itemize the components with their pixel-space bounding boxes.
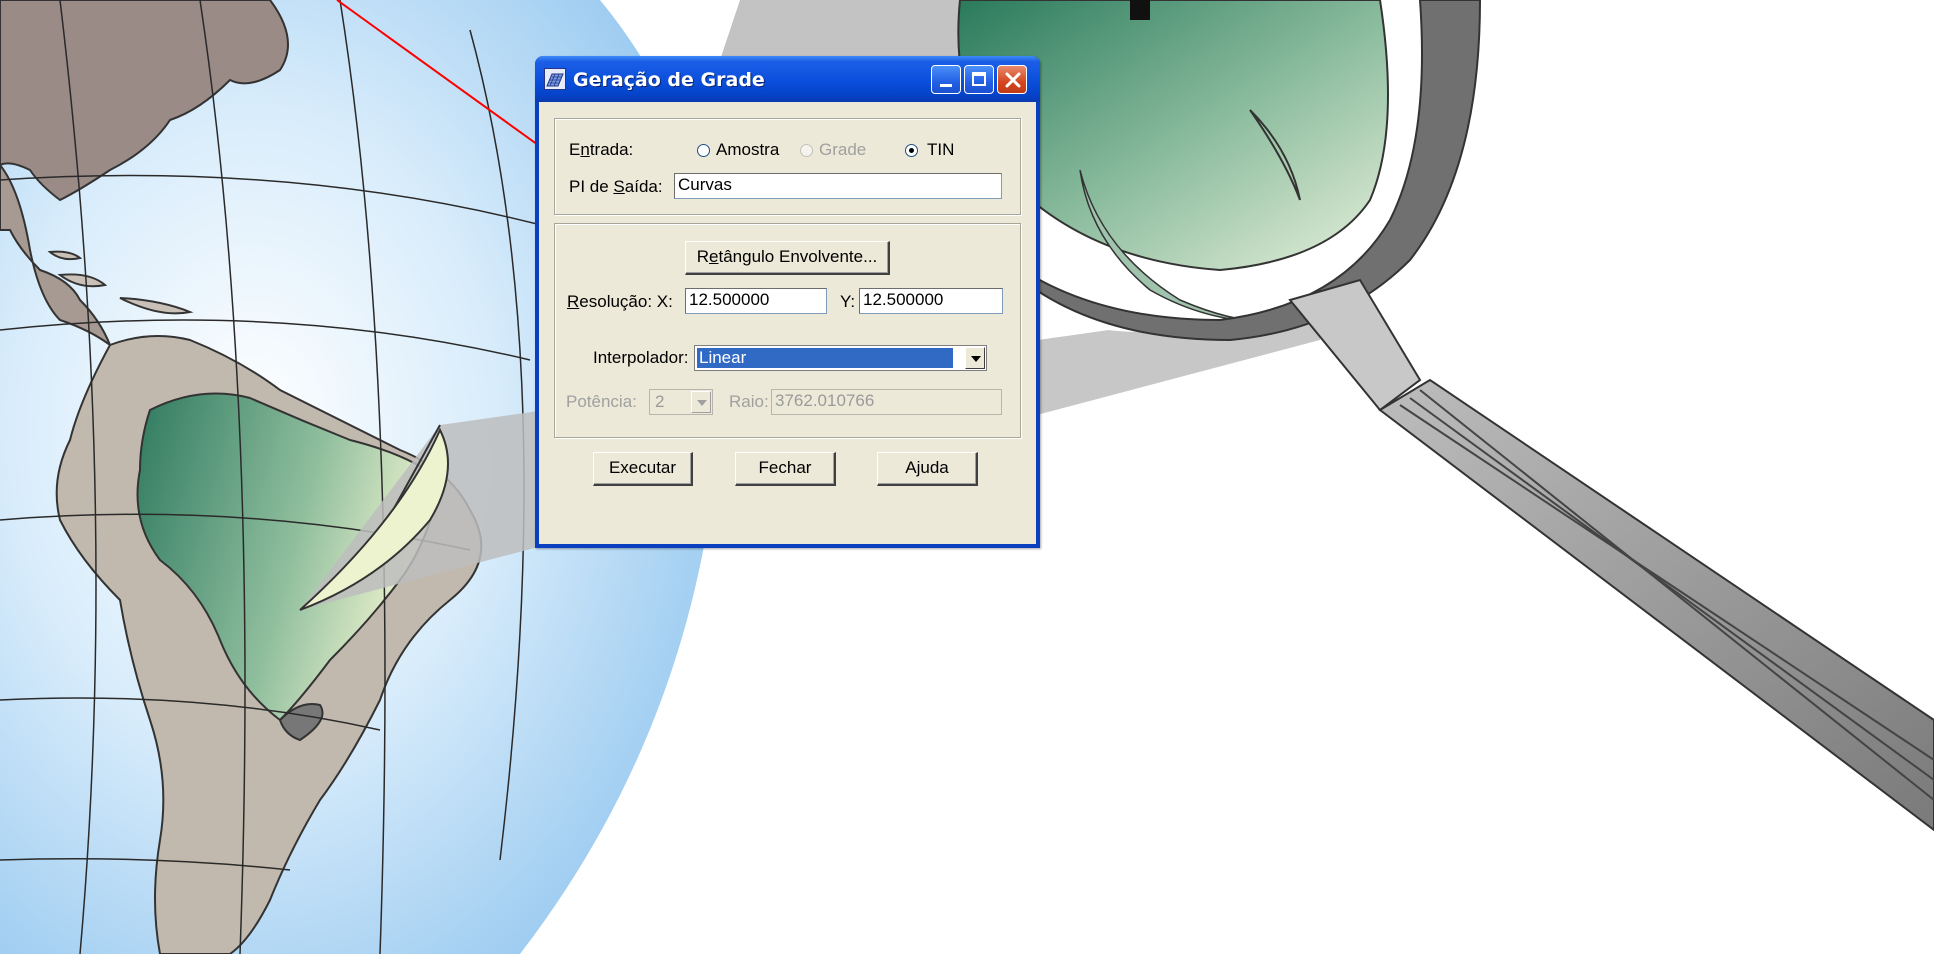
potencia-label: Potência: <box>566 392 637 411</box>
resolucao-x-input[interactable]: 12.500000 <box>685 288 827 314</box>
potencia-value: 2 <box>655 392 665 411</box>
close-button[interactable] <box>997 65 1027 94</box>
close-icon <box>1005 72 1021 88</box>
maximize-icon <box>972 72 986 86</box>
potencia-select: 2 <box>649 389 713 415</box>
radio-grade-label: Grade <box>819 140 867 159</box>
chevron-down-icon[interactable] <box>965 347 985 369</box>
ajuda-button[interactable]: Ajuda <box>877 452 978 486</box>
pi-saida-label: PI de Saída: <box>569 177 663 196</box>
raio-label: Raio: <box>729 392 769 411</box>
resolucao-x-label: Resolução: X: <box>567 292 673 311</box>
executar-button[interactable]: Executar <box>593 452 693 486</box>
magnifying-glass <box>957 0 1934 832</box>
radio-tin[interactable] <box>905 144 918 157</box>
dialog-title: Geração de Grade <box>573 69 765 91</box>
radio-amostra-label[interactable]: Amostra <box>716 140 779 160</box>
pi-saida-input[interactable]: Curvas <box>674 173 1002 199</box>
resolucao-y-label: Y: <box>840 292 856 311</box>
minimize-icon <box>940 84 952 87</box>
interpolador-select[interactable]: Linear <box>694 345 987 371</box>
raio-input: 3762.010766 <box>771 389 1002 415</box>
fechar-button[interactable]: Fechar <box>735 452 836 486</box>
chevron-down-icon <box>691 391 711 413</box>
title-bar[interactable]: Geração de Grade <box>535 56 1040 102</box>
radio-tin-label[interactable]: TIN <box>927 140 954 160</box>
geracao-de-grade-dialog: Geração de Grade Entrada: Amostra Grade … <box>535 56 1040 548</box>
grid-app-icon <box>544 68 566 90</box>
resolucao-y-input[interactable]: 12.500000 <box>859 288 1003 314</box>
retangulo-envolvente-button[interactable]: Retângulo Envolvente... <box>685 241 890 275</box>
radio-amostra[interactable] <box>697 144 710 157</box>
maximize-button[interactable] <box>964 65 994 94</box>
input-output-group: Entrada: Amostra Grade TIN PI de Saída: … <box>554 118 1021 215</box>
dialog-client-area: Entrada: Amostra Grade TIN PI de Saída: … <box>539 102 1036 544</box>
interpolador-label: Interpolador: <box>593 348 689 367</box>
radio-grade <box>800 144 813 157</box>
interpolador-selected-value: Linear <box>697 348 953 368</box>
minimize-button[interactable] <box>931 65 961 94</box>
entrada-label: Entrada: <box>569 140 634 159</box>
